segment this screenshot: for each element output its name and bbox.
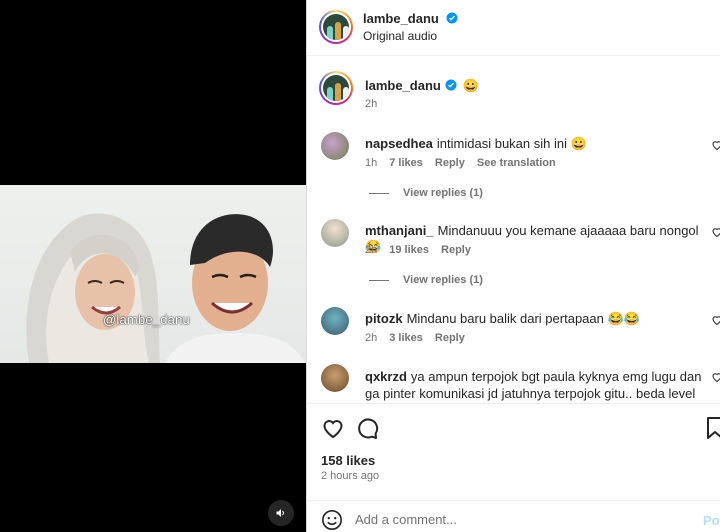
comment-username[interactable]: napsedhea	[365, 136, 433, 151]
comment-time: 2h	[365, 332, 378, 344]
comment-likes[interactable]: 3 likes	[389, 332, 423, 344]
person-man-illustration	[165, 214, 305, 363]
comment-username[interactable]: pitozk	[365, 311, 403, 326]
comment-likes[interactable]: 19 likes	[389, 244, 429, 256]
person-hijab-illustration	[26, 213, 160, 363]
post-media[interactable]: @lambe_danu	[0, 0, 306, 532]
post-details-panel: lambe_danu Original audio lambe_danu 😀 2h	[306, 0, 720, 532]
audio-label[interactable]: Original audio	[363, 29, 437, 43]
reply-button[interactable]: Reply	[435, 332, 465, 344]
post-header: lambe_danu Original audio	[307, 0, 720, 56]
reply-button[interactable]: Reply	[441, 244, 471, 256]
comment-time: 1h	[365, 157, 378, 169]
commenter-avatar[interactable]	[321, 219, 349, 247]
comment-heart-icon[interactable]	[711, 226, 720, 238]
watermark-text: @lambe_danu	[103, 312, 190, 327]
comment-text: Mindanu baru balik dari pertapaan 😂😂	[406, 311, 640, 326]
post-actions: 158 likes 2 hours ago Post	[307, 403, 720, 532]
speaker-icon	[276, 509, 284, 517]
caption-text: 😀	[462, 78, 480, 93]
caption-author-avatar[interactable]	[319, 71, 353, 105]
comment-time: 2h	[365, 244, 378, 256]
view-replies-button[interactable]: View replies (1)	[369, 187, 483, 199]
comment-likes[interactable]: 7 likes	[389, 157, 423, 169]
comment-username[interactable]: mthanjani_	[365, 223, 434, 238]
comment-text: intimidasi bukan sih ini 😀	[436, 136, 587, 151]
comment-input[interactable]	[355, 507, 675, 531]
comment-username[interactable]: qxkrzd	[365, 369, 407, 384]
add-comment-bar: Post	[307, 500, 720, 532]
author-avatar[interactable]	[319, 10, 353, 44]
caption-username[interactable]: lambe_danu	[365, 78, 441, 93]
comment-text: ya ampun terpojok bgt paula kyknya emg l…	[365, 369, 702, 401]
post-photo: @lambe_danu	[0, 185, 306, 363]
view-replies-button[interactable]: View replies (1)	[369, 274, 483, 286]
heart-icon[interactable]	[321, 416, 345, 440]
caption-time: 2h	[365, 98, 378, 110]
comment-heart-icon[interactable]	[711, 371, 720, 383]
comment-heart-icon[interactable]	[711, 314, 720, 326]
commenter-avatar[interactable]	[321, 307, 349, 335]
see-translation-link[interactable]: See translation	[477, 157, 556, 169]
smiley-icon[interactable]	[321, 509, 343, 531]
commenter-avatar[interactable]	[321, 364, 349, 392]
audio-toggle-button[interactable]	[268, 500, 294, 526]
post-time[interactable]: 2 hours ago	[321, 470, 379, 482]
verified-badge-icon	[445, 79, 457, 91]
reply-button[interactable]: Reply	[435, 157, 465, 169]
post-comment-button[interactable]: Post	[703, 513, 720, 528]
commenter-avatar[interactable]	[321, 132, 349, 160]
likes-count[interactable]: 158 likes	[321, 453, 375, 468]
author-username[interactable]: lambe_danu	[363, 11, 439, 26]
bookmark-icon[interactable]	[703, 416, 720, 440]
comment-heart-icon[interactable]	[711, 139, 720, 151]
comments-section[interactable]: lambe_danu 😀 2h napsedhea intimidasi bukan…	[307, 57, 720, 402]
comment-icon[interactable]	[355, 416, 379, 440]
verified-badge-icon	[446, 12, 458, 24]
